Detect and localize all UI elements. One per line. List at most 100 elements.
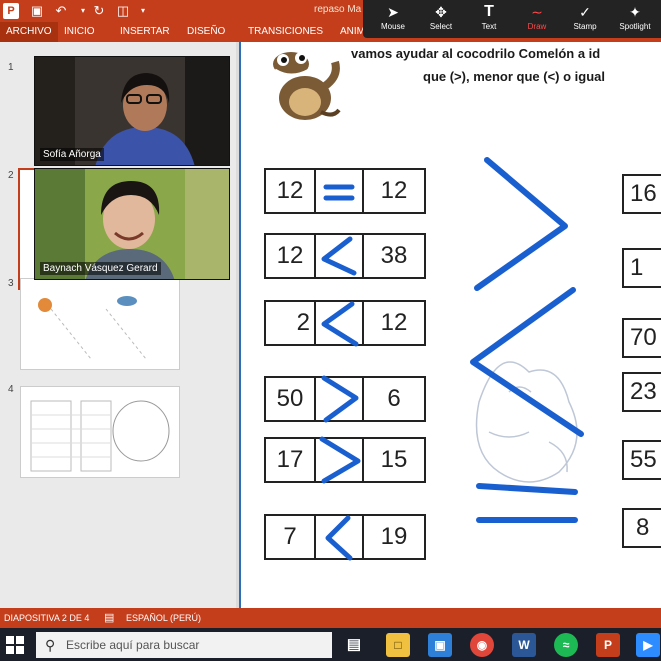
windows-taskbar: ⚲ Escribe aquí para buscar ▤ □ ▣ ◉ W ≈ P…: [0, 628, 661, 661]
big-greater-than-symbol: [474, 157, 568, 291]
comparison-row-3: 2 12: [264, 300, 426, 347]
windows-start-icon[interactable]: [6, 636, 24, 654]
video-tile-sofia[interactable]: Sofía Añorga: [34, 56, 230, 166]
thumb-number-2: 2: [8, 170, 14, 181]
save-icon[interactable]: ▣: [28, 2, 46, 20]
right-number: 6: [362, 376, 426, 422]
handwritten-less-than: [325, 515, 353, 561]
store-icon[interactable]: ▣: [428, 633, 452, 657]
customize-dropdown-icon[interactable]: ▾: [134, 2, 152, 20]
left-number: 2: [264, 300, 316, 346]
search-icon: ⚲: [45, 637, 56, 653]
undo-icon[interactable]: ↶: [52, 2, 70, 20]
screen: P ▣ ↶ ▾ ↻ ◫ ▾ repaso Ma ARCHIVO INICIO I…: [0, 0, 661, 661]
right-column-number: 16: [622, 174, 661, 214]
participant-name: Sofía Añorga: [40, 148, 104, 161]
crocodile-character: [273, 52, 341, 120]
slide-title-line-2: que (>), menor que (<) o igual: [423, 69, 606, 84]
powerpoint-icon[interactable]: P: [596, 633, 620, 657]
right-column-number: 1: [622, 248, 661, 288]
right-column-number: 70: [622, 318, 661, 358]
comparison-row-1: 12 12: [264, 168, 426, 214]
taskbar-search-input[interactable]: ⚲ Escribe aquí para buscar: [36, 632, 332, 658]
left-number: 50: [264, 376, 316, 422]
spotify-icon[interactable]: ≈: [554, 633, 578, 657]
left-number: 12: [264, 233, 316, 279]
thumbnail-3-graphic: [38, 296, 147, 360]
language-indicator[interactable]: ESPAÑOL (PERÚ): [126, 608, 201, 628]
tool-select-label: Select: [429, 22, 453, 31]
right-number: 12: [362, 300, 426, 346]
tab-inicio[interactable]: INICIO: [58, 22, 101, 42]
big-equal-top-line: [476, 483, 578, 495]
powerpoint-app-icon: P: [3, 3, 19, 19]
left-number: 12: [264, 168, 316, 214]
tab-insertar[interactable]: INSERTAR: [114, 22, 176, 42]
tool-stamp-label: Stamp: [573, 22, 597, 31]
thumbnail-4-graphic: [30, 400, 170, 472]
presenter-icon[interactable]: ◫: [114, 2, 132, 20]
left-number: 17: [264, 437, 316, 483]
tool-spotlight-label: Spotlight: [619, 22, 651, 31]
spellcheck-icon[interactable]: ▤: [104, 608, 114, 628]
tool-spotlight[interactable]: ✦ Spotlight: [609, 0, 661, 38]
tool-draw[interactable]: ∼ Draw: [511, 0, 563, 38]
right-number: 38: [362, 233, 426, 279]
handwritten-greater-than: [319, 436, 361, 484]
slide-left-border: [239, 42, 241, 608]
handwritten-equal-sign: [323, 184, 355, 201]
text-icon: T: [484, 3, 494, 20]
stamp-icon: ✓: [579, 4, 591, 20]
annotation-toolbar: ➤ Mouse ✥ Select T Text ∼ Draw ✓ Stamp ✦…: [363, 0, 661, 38]
tool-draw-label: Draw: [527, 22, 547, 31]
thumb-number-4: 4: [8, 384, 14, 395]
tool-select[interactable]: ✥ Select: [415, 0, 467, 38]
slide-counter: DIAPOSITIVA 2 DE 4: [4, 613, 90, 623]
select-move-icon: ✥: [435, 4, 447, 20]
tool-text[interactable]: T Text: [463, 0, 515, 38]
tool-mouse[interactable]: ➤ Mouse: [367, 0, 419, 38]
right-number: 12: [362, 168, 426, 214]
comparison-row-2: 12 38: [264, 233, 426, 279]
document-title: repaso Ma: [314, 4, 362, 15]
right-column-number: 55: [622, 440, 661, 480]
tool-text-label: Text: [481, 22, 497, 31]
slide-thumbnail-3[interactable]: [20, 278, 180, 370]
task-view-icon[interactable]: ▤: [342, 633, 366, 657]
spotlight-icon: ✦: [629, 4, 641, 20]
right-number: 19: [362, 514, 426, 560]
search-placeholder: Escribe aquí para buscar: [66, 638, 200, 652]
thumb-number-3: 3: [8, 278, 14, 289]
slide-title-line-1: vamos ayudar al cocodrilo Comelón a id: [351, 46, 601, 61]
left-number: 7: [264, 514, 316, 560]
mouse-pointer-icon: ➤: [387, 4, 399, 20]
handwritten-less-than: [321, 301, 359, 347]
slide-thumbnail-4[interactable]: [20, 386, 180, 478]
zoom-icon[interactable]: ▶: [636, 633, 660, 657]
tool-stamp[interactable]: ✓ Stamp: [559, 0, 611, 38]
tab-transiciones[interactable]: TRANSICIONES: [242, 22, 329, 42]
redo-icon[interactable]: ↻: [90, 2, 108, 20]
handwritten-greater-than: [321, 375, 359, 423]
word-icon[interactable]: W: [512, 633, 536, 657]
tool-mouse-label: Mouse: [380, 22, 405, 31]
file-explorer-icon[interactable]: □: [386, 633, 410, 657]
participant-name: Baynach Vásquez Gerard: [40, 262, 161, 275]
tab-diseno[interactable]: DISEÑO: [181, 22, 231, 42]
comparison-row-6: 7 19: [264, 514, 426, 561]
right-number: 15: [362, 437, 426, 483]
right-column-number: 23: [622, 372, 661, 412]
comparison-row-4: 50 6: [264, 375, 426, 423]
handwritten-less-than: [321, 236, 357, 276]
draw-icon: ∼: [531, 4, 543, 20]
comparison-row-5: 17 15: [264, 436, 426, 484]
handwritten-symbol-legend: [470, 157, 584, 523]
big-less-than-symbol: [470, 287, 584, 437]
video-tile-baynach[interactable]: Baynach Vásquez Gerard: [34, 168, 230, 280]
status-bar: DIAPOSITIVA 2 DE 4 ▤ ESPAÑOL (PERÚ): [0, 608, 661, 628]
tab-archivo[interactable]: ARCHIVO: [0, 22, 58, 42]
thumb-number-1: 1: [8, 62, 14, 73]
chrome-icon[interactable]: ◉: [470, 633, 494, 657]
slide-canvas[interactable]: vamos ayudar al cocodrilo Comelón a id q…: [239, 42, 661, 608]
right-column-number: 8: [622, 508, 661, 548]
